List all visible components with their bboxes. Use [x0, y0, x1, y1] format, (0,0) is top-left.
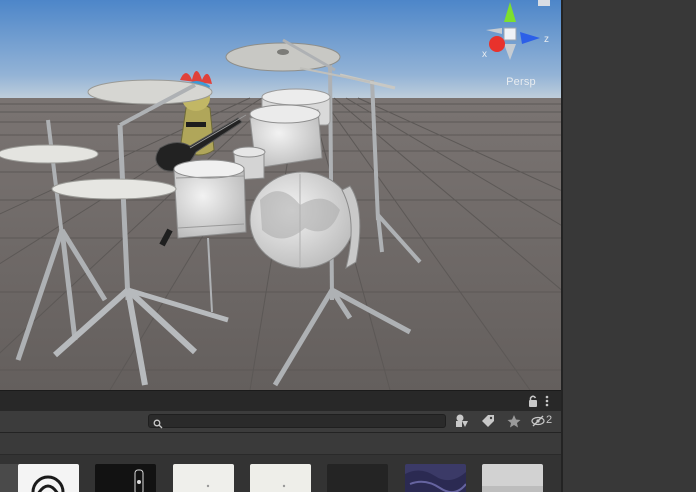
asset-thumbnail-figure[interactable] [95, 464, 156, 492]
search-field[interactable] [148, 414, 446, 429]
gizmo-lock-tab[interactable] [538, 0, 550, 6]
gizmo-z-label: z [544, 34, 549, 45]
asset-thumbnail-texture[interactable] [405, 464, 466, 492]
gizmo-x-label: x [482, 49, 487, 60]
label-icon [482, 415, 494, 427]
star-icon [507, 415, 521, 428]
search-icon [153, 416, 163, 429]
asset-thumbnail-emblem[interactable] [18, 464, 79, 492]
asset-thumbnail-grey[interactable] [482, 464, 543, 492]
x-axis-cone[interactable] [489, 36, 505, 52]
project-toolbar: 2 [0, 411, 561, 433]
project-panel-header [0, 390, 561, 411]
asset-thumbnail-light-1[interactable] [173, 464, 234, 492]
hidden-packages-button[interactable]: 2 [530, 413, 558, 429]
scene-view[interactable]: x z Persp [0, 0, 562, 390]
filter-type-icon [456, 414, 468, 427]
inspector-panel [563, 0, 696, 492]
neg-y-axis-cone[interactable] [504, 44, 516, 60]
favorites-button[interactable] [504, 413, 524, 429]
breadcrumb-bar [0, 433, 561, 455]
neg-z-axis-cone[interactable] [486, 28, 502, 34]
hidden-packages-count: 2 [546, 414, 553, 426]
kebab-menu-icon[interactable] [543, 394, 551, 408]
lock-icon[interactable] [527, 394, 539, 408]
filter-by-type-button[interactable] [452, 413, 472, 429]
orientation-gizmo[interactable]: x z [478, 0, 554, 70]
asset-thumbnail-dark[interactable] [327, 464, 388, 492]
asset-grid[interactable] [0, 455, 561, 492]
z-axis-cone[interactable] [520, 32, 540, 44]
asset-thumbnail-light-2[interactable] [250, 464, 311, 492]
camera-mode-label[interactable]: Persp [486, 76, 556, 88]
gizmo-center-cube[interactable] [503, 27, 517, 41]
filter-by-label-button[interactable] [478, 413, 498, 429]
y-axis-cone[interactable] [504, 2, 516, 22]
eye-slash-icon [531, 415, 545, 427]
